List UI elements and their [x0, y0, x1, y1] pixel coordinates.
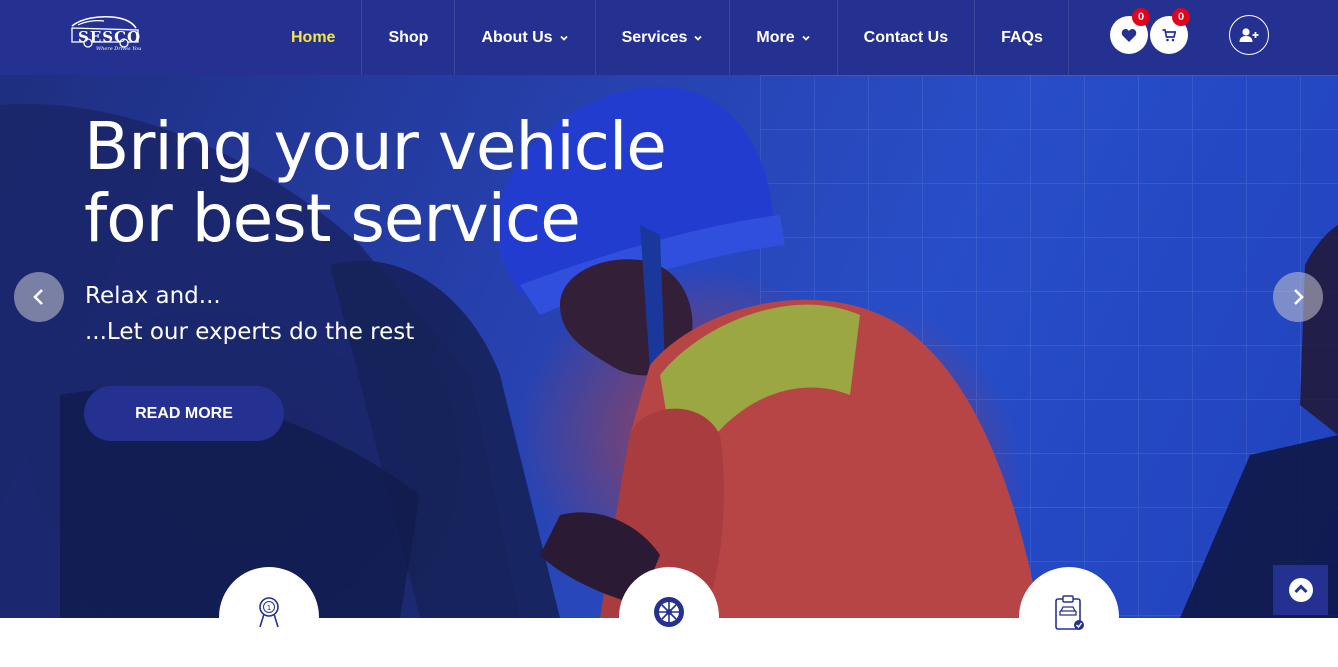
- hero-subtitle-line1: Relax and...: [85, 283, 221, 309]
- arrow-up-circle-icon: [1288, 578, 1313, 602]
- hero-subtitle: Relax and... ...Let our experts do the r…: [85, 278, 414, 350]
- nav-services-label: Services: [621, 28, 688, 46]
- nav-faqs[interactable]: FAQs: [974, 0, 1069, 75]
- user-plus-icon: [1239, 28, 1259, 42]
- chevron-down-icon: [559, 35, 568, 41]
- site-header: SESCO Where Drives You Home Shop About U…: [0, 0, 1338, 75]
- nav-shop[interactable]: Shop: [361, 0, 454, 75]
- nav-more[interactable]: More: [729, 0, 836, 75]
- nav-home-label: Home: [291, 28, 336, 46]
- chevron-down-icon: [802, 35, 810, 41]
- nav-about-us-label: About Us: [481, 28, 553, 46]
- cart-button[interactable]: 0: [1150, 8, 1190, 54]
- feature-inspection[interactable]: [1019, 567, 1119, 667]
- main-nav: Home Shop About Us Services More Contact…: [270, 0, 1069, 75]
- cart-count-badge: 0: [1172, 8, 1190, 26]
- nav-more-label: More: [756, 28, 795, 46]
- wishlist-count-badge: 0: [1132, 8, 1150, 26]
- wheel-icon: [654, 597, 684, 627]
- hero-title-line2: for best service: [84, 180, 581, 257]
- nav-contact-us-label: Contact Us: [863, 28, 949, 46]
- chevron-down-icon: [694, 35, 703, 41]
- logo-tagline: Where Drives You: [96, 46, 142, 52]
- wishlist-button[interactable]: 0: [1110, 8, 1150, 54]
- nav-about-us[interactable]: About Us: [454, 0, 594, 75]
- nav-faqs-label: FAQs: [1001, 28, 1043, 46]
- site-logo[interactable]: SESCO Where Drives You: [68, 12, 142, 56]
- slider-next-button[interactable]: [1273, 272, 1323, 322]
- slider-prev-button[interactable]: [14, 272, 64, 322]
- nav-services[interactable]: Services: [594, 0, 730, 75]
- award-ribbon-icon: 1: [259, 597, 279, 628]
- hero-title-line1: Bring your vehicle: [84, 108, 667, 185]
- hero-slider: Bring your vehicle for best service Rela…: [0, 75, 1338, 618]
- chevron-left-icon: [33, 289, 43, 305]
- hero-subtitle-line2: ...Let our experts do the rest: [85, 319, 415, 345]
- hero-title: Bring your vehicle for best service: [84, 111, 704, 255]
- nav-shop-label: Shop: [388, 28, 429, 46]
- clipboard-car-icon: [1055, 595, 1084, 630]
- account-button[interactable]: [1229, 15, 1269, 55]
- cart-icon: [1162, 28, 1176, 41]
- svg-text:1: 1: [267, 604, 271, 612]
- nav-contact-us[interactable]: Contact Us: [836, 0, 974, 75]
- heart-icon: [1121, 28, 1137, 42]
- feature-award[interactable]: 1: [219, 567, 319, 667]
- logo-text: SESCO: [78, 28, 142, 46]
- nav-home[interactable]: Home: [270, 0, 361, 75]
- read-more-button[interactable]: READ MORE: [84, 386, 284, 441]
- chevron-right-icon: [1294, 289, 1304, 305]
- feature-wheel[interactable]: [619, 567, 719, 667]
- scroll-to-top-button[interactable]: [1273, 565, 1328, 615]
